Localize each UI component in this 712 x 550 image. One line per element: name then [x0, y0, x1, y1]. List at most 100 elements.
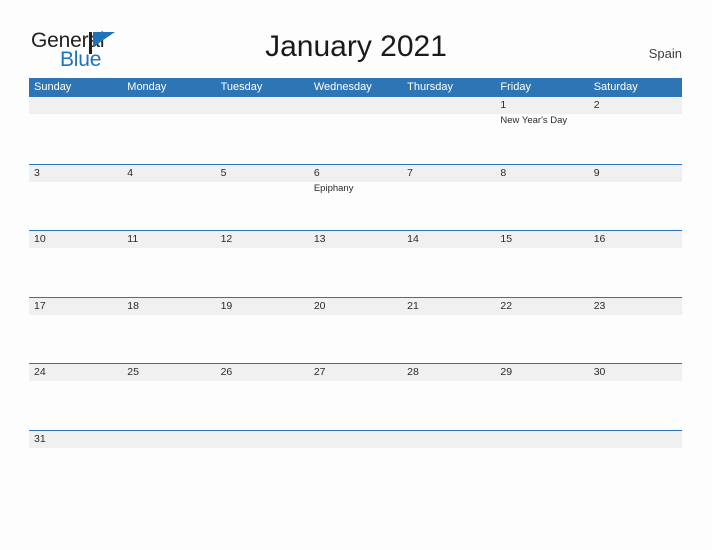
day-number: 15 — [500, 233, 513, 245]
weekday-header-monday: Monday — [127, 81, 167, 93]
day-cell-empty — [29, 97, 122, 164]
day-cell[interactable]: 13 — [309, 231, 402, 297]
day-number: 25 — [127, 366, 139, 378]
holiday-event: New Year's Day — [500, 115, 568, 126]
calendar-week-row: 1 New Year's Day 2 — [29, 97, 682, 164]
day-cell[interactable]: 12 — [216, 231, 309, 297]
weekday-header-saturday: Saturday — [593, 81, 638, 93]
day-cell[interactable]: 16 — [589, 231, 682, 297]
weekday-header-thursday: Thursday — [407, 81, 453, 93]
day-number: 23 — [593, 299, 606, 312]
day-number — [314, 97, 402, 114]
day-cell-empty — [122, 97, 215, 164]
day-number — [594, 431, 682, 448]
day-number: 2 — [593, 99, 600, 111]
day-cell[interactable]: 19 — [216, 298, 309, 364]
country-label: Spain — [648, 46, 682, 61]
calendar-week-row: 31 — [29, 429, 682, 497]
day-number: 16 — [593, 233, 606, 245]
day-cell[interactable]: 25 — [122, 364, 215, 430]
day-cell-empty — [122, 431, 215, 497]
calendar-page: General Blue January 2021 Spain Sunday M… — [0, 0, 712, 550]
day-cell[interactable]: 15 — [495, 231, 588, 297]
day-cell[interactable]: 24 — [29, 364, 122, 430]
day-events: Epiphany — [314, 183, 402, 195]
day-cell[interactable]: 7 — [402, 165, 495, 231]
day-number: 9 — [593, 166, 600, 179]
day-number: 20 — [313, 299, 326, 312]
day-cell-empty — [402, 97, 495, 164]
day-cell[interactable]: 31 — [29, 431, 122, 497]
day-number — [314, 431, 402, 448]
day-number: 10 — [34, 233, 46, 245]
day-cell[interactable]: 20 — [309, 298, 402, 364]
day-cell[interactable]: 14 — [402, 231, 495, 297]
day-cell-empty — [402, 431, 495, 497]
day-cell-empty — [589, 431, 682, 497]
day-cell[interactable]: 26 — [216, 364, 309, 430]
calendar-week-row: 24 25 26 27 28 29 30 — [29, 363, 682, 430]
day-number: 12 — [220, 233, 233, 245]
day-number: 30 — [593, 366, 606, 378]
day-number: 21 — [407, 299, 419, 312]
day-cell[interactable]: 29 — [495, 364, 588, 430]
day-cell[interactable]: 27 — [309, 364, 402, 430]
day-cell[interactable]: 9 — [589, 165, 682, 231]
day-cell-empty — [216, 431, 309, 497]
day-number: 18 — [127, 299, 139, 312]
day-number: 6 — [313, 166, 320, 179]
day-number: 17 — [34, 299, 46, 312]
day-cell[interactable]: 18 — [122, 298, 215, 364]
day-number: 11 — [127, 233, 139, 245]
day-cell[interactable]: 10 — [29, 231, 122, 297]
day-cell-empty — [309, 431, 402, 497]
day-number: 28 — [407, 366, 419, 378]
day-cell[interactable]: 30 — [589, 364, 682, 430]
calendar-week-row: 17 18 19 20 21 22 23 — [29, 296, 682, 364]
day-number: 26 — [220, 366, 233, 378]
day-number — [221, 431, 309, 448]
day-number: 13 — [313, 233, 326, 245]
day-cell[interactable]: 2 — [589, 97, 682, 164]
day-cell[interactable]: 8 — [495, 165, 588, 231]
day-cell[interactable]: 28 — [402, 364, 495, 430]
day-cell-empty — [309, 97, 402, 164]
page-title: January 2021 — [265, 30, 447, 63]
day-cell[interactable]: 17 — [29, 298, 122, 364]
day-number — [407, 97, 495, 114]
day-cell[interactable]: 5 — [216, 165, 309, 231]
day-cell[interactable]: 21 — [402, 298, 495, 364]
day-cell[interactable]: 23 — [589, 298, 682, 364]
day-number: 27 — [313, 366, 326, 378]
calendar-week-row: 10 11 12 13 14 15 16 — [29, 230, 682, 297]
day-number — [34, 97, 122, 114]
day-cell[interactable]: 22 — [495, 298, 588, 364]
day-number — [500, 431, 588, 448]
day-cell[interactable]: 6 Epiphany — [309, 165, 402, 231]
day-cell[interactable]: 4 — [122, 165, 215, 231]
calendar-grid: Sunday Monday Tuesday Wednesday Thursday… — [29, 78, 682, 496]
calendar-week-row: 3 4 5 6 Epiphany 7 8 9 — [29, 163, 682, 231]
calendar-weeks: 1 New Year's Day 2 3 4 5 6 Epiphany 7 8 9 10 11 12 13 1… — [29, 97, 682, 496]
day-number: 31 — [34, 432, 46, 445]
day-cell[interactable]: 3 — [29, 165, 122, 231]
day-number: 8 — [500, 166, 507, 179]
weekday-header-row: Sunday Monday Tuesday Wednesday Thursday… — [29, 78, 682, 97]
weekday-header-friday: Friday — [500, 81, 531, 93]
day-number: 3 — [34, 166, 40, 179]
day-number: 22 — [500, 299, 513, 312]
day-events: New Year's Day — [500, 115, 588, 127]
day-number: 29 — [500, 366, 513, 378]
weekday-header-tuesday: Tuesday — [220, 81, 263, 93]
day-number — [221, 97, 309, 114]
day-number — [407, 431, 495, 448]
day-cell[interactable]: 11 — [122, 231, 215, 297]
day-cell-empty — [495, 431, 588, 497]
day-number — [127, 431, 215, 448]
day-number: 19 — [220, 299, 233, 312]
day-number: 1 — [500, 99, 507, 111]
day-number — [127, 97, 215, 114]
day-cell[interactable]: 1 New Year's Day — [495, 97, 588, 164]
day-number: 24 — [34, 366, 46, 378]
weekday-header-sunday: Sunday — [34, 81, 72, 93]
